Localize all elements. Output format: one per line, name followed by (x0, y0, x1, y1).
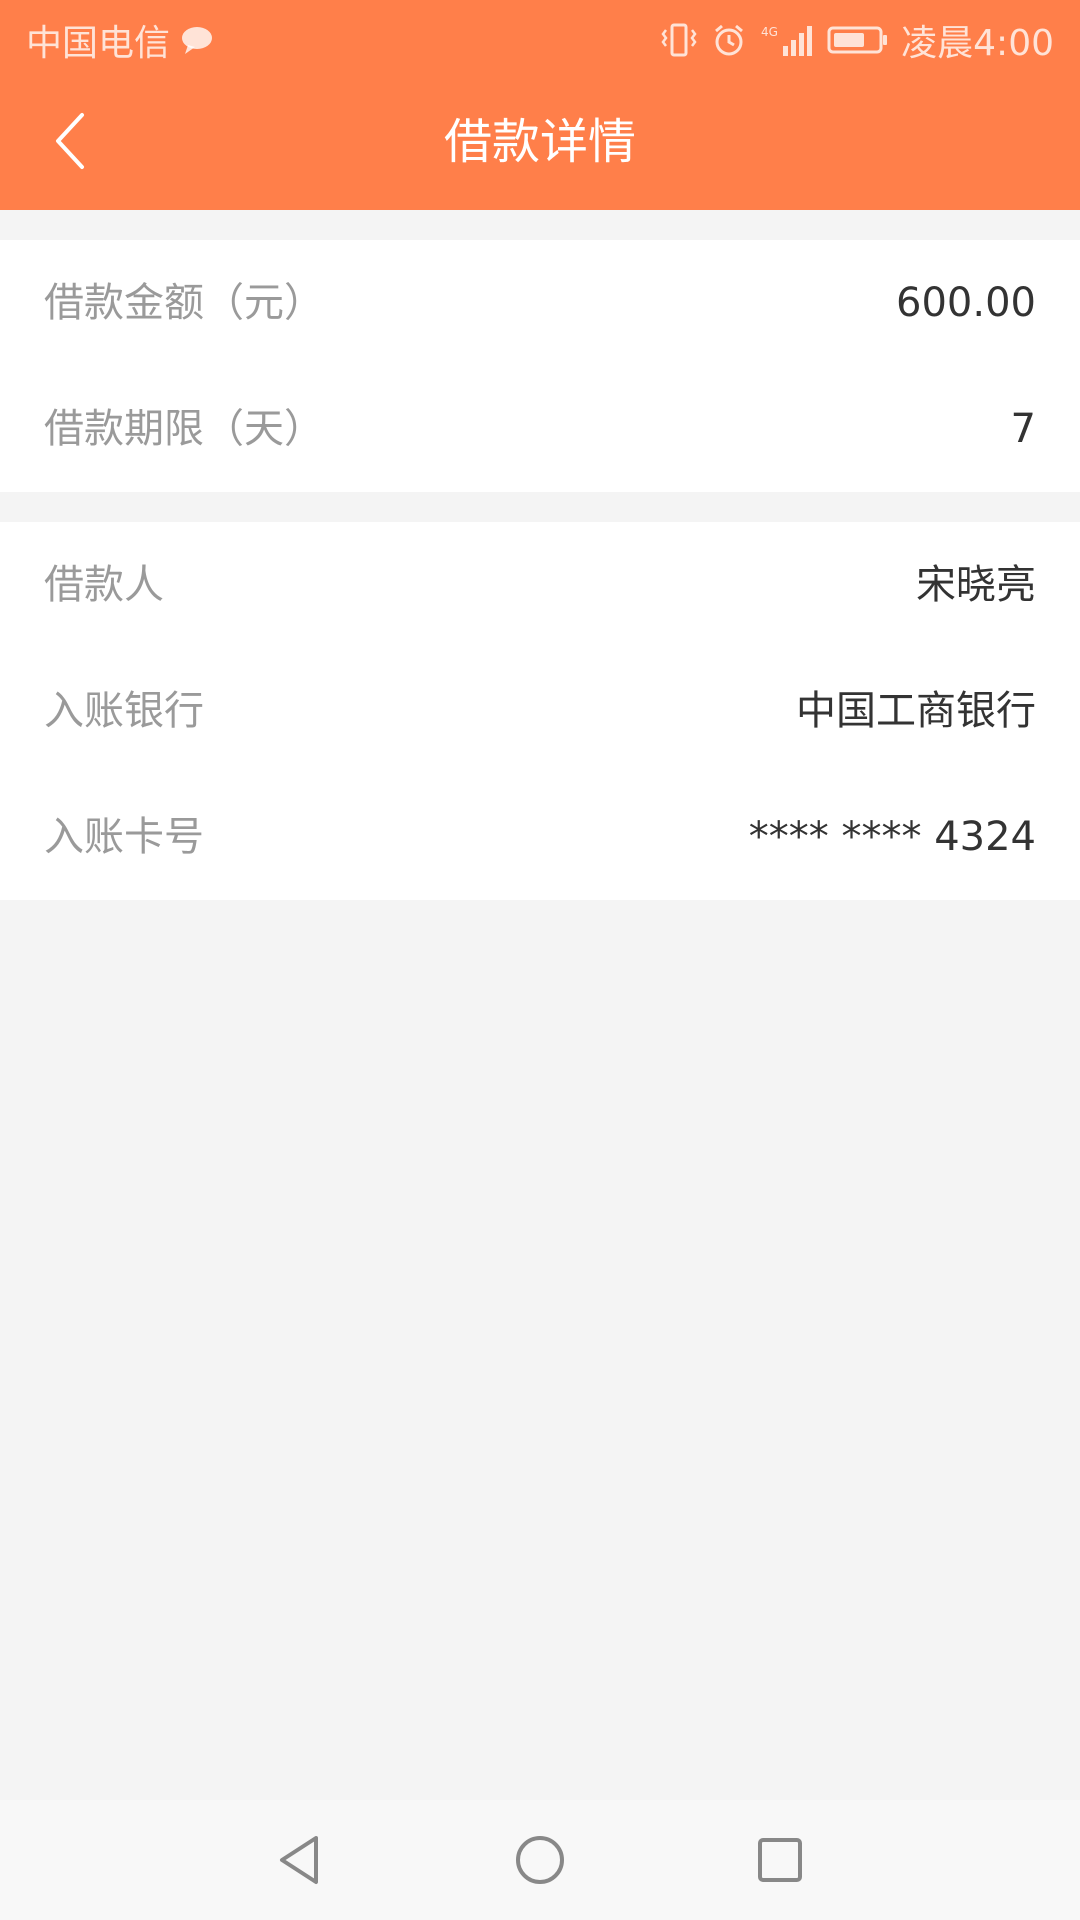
network-type-label: 4G (761, 25, 778, 39)
system-nav-bar (0, 1800, 1080, 1920)
back-triangle-icon (280, 1836, 318, 1884)
borrower-value: 宋晓亮 (916, 562, 1036, 608)
recent-square-icon (758, 1838, 802, 1882)
alarm-icon (711, 20, 747, 60)
loan-term-label: 借款期限（天） (44, 406, 324, 452)
loan-amount-value: 600.00 (896, 280, 1036, 326)
card-number-row: 入账卡号 **** **** 4324 (0, 774, 1080, 900)
message-bubble-icon (180, 20, 214, 60)
bank-value: 中国工商银行 (796, 688, 1036, 734)
carrier-name: 中国电信 (26, 23, 171, 64)
borrower-label: 借款人 (44, 562, 164, 608)
card-number-label: 入账卡号 (44, 814, 204, 860)
account-info-card: 借款人 宋晓亮 入账银行 中国工商银行 入账卡号 **** **** 4324 (0, 522, 1080, 900)
status-left: 中国电信 (26, 14, 214, 66)
bank-label: 入账银行 (44, 688, 204, 734)
loan-term-value: 7 (1010, 406, 1036, 452)
signal-icon: 4G (759, 20, 815, 60)
loan-amount-label: 借款金额（元） (44, 280, 324, 326)
status-bar: 中国电信 4G 凌晨4:00 (0, 0, 1080, 76)
card-number-value: **** **** 4324 (748, 814, 1036, 860)
bank-row: 入账银行 中国工商银行 (0, 648, 1080, 774)
status-right: 4G 凌晨4:00 (659, 14, 1054, 66)
page-title: 借款详情 (443, 114, 636, 170)
app-bar: 借款详情 (0, 76, 1080, 210)
nav-back-button[interactable] (264, 1824, 336, 1896)
loan-amount-row: 借款金额（元） 600.00 (0, 240, 1080, 366)
borrower-row: 借款人 宋晓亮 (0, 522, 1080, 648)
vibrate-icon (659, 20, 699, 60)
battery-icon (827, 20, 889, 60)
home-circle-icon (516, 1836, 564, 1884)
loan-info-card: 借款金额（元） 600.00 借款期限（天） 7 (0, 240, 1080, 492)
loan-term-row: 借款期限（天） 7 (0, 366, 1080, 492)
status-time: 凌晨4:00 (901, 23, 1054, 64)
nav-home-button[interactable] (504, 1824, 576, 1896)
nav-recent-button[interactable] (744, 1824, 816, 1896)
